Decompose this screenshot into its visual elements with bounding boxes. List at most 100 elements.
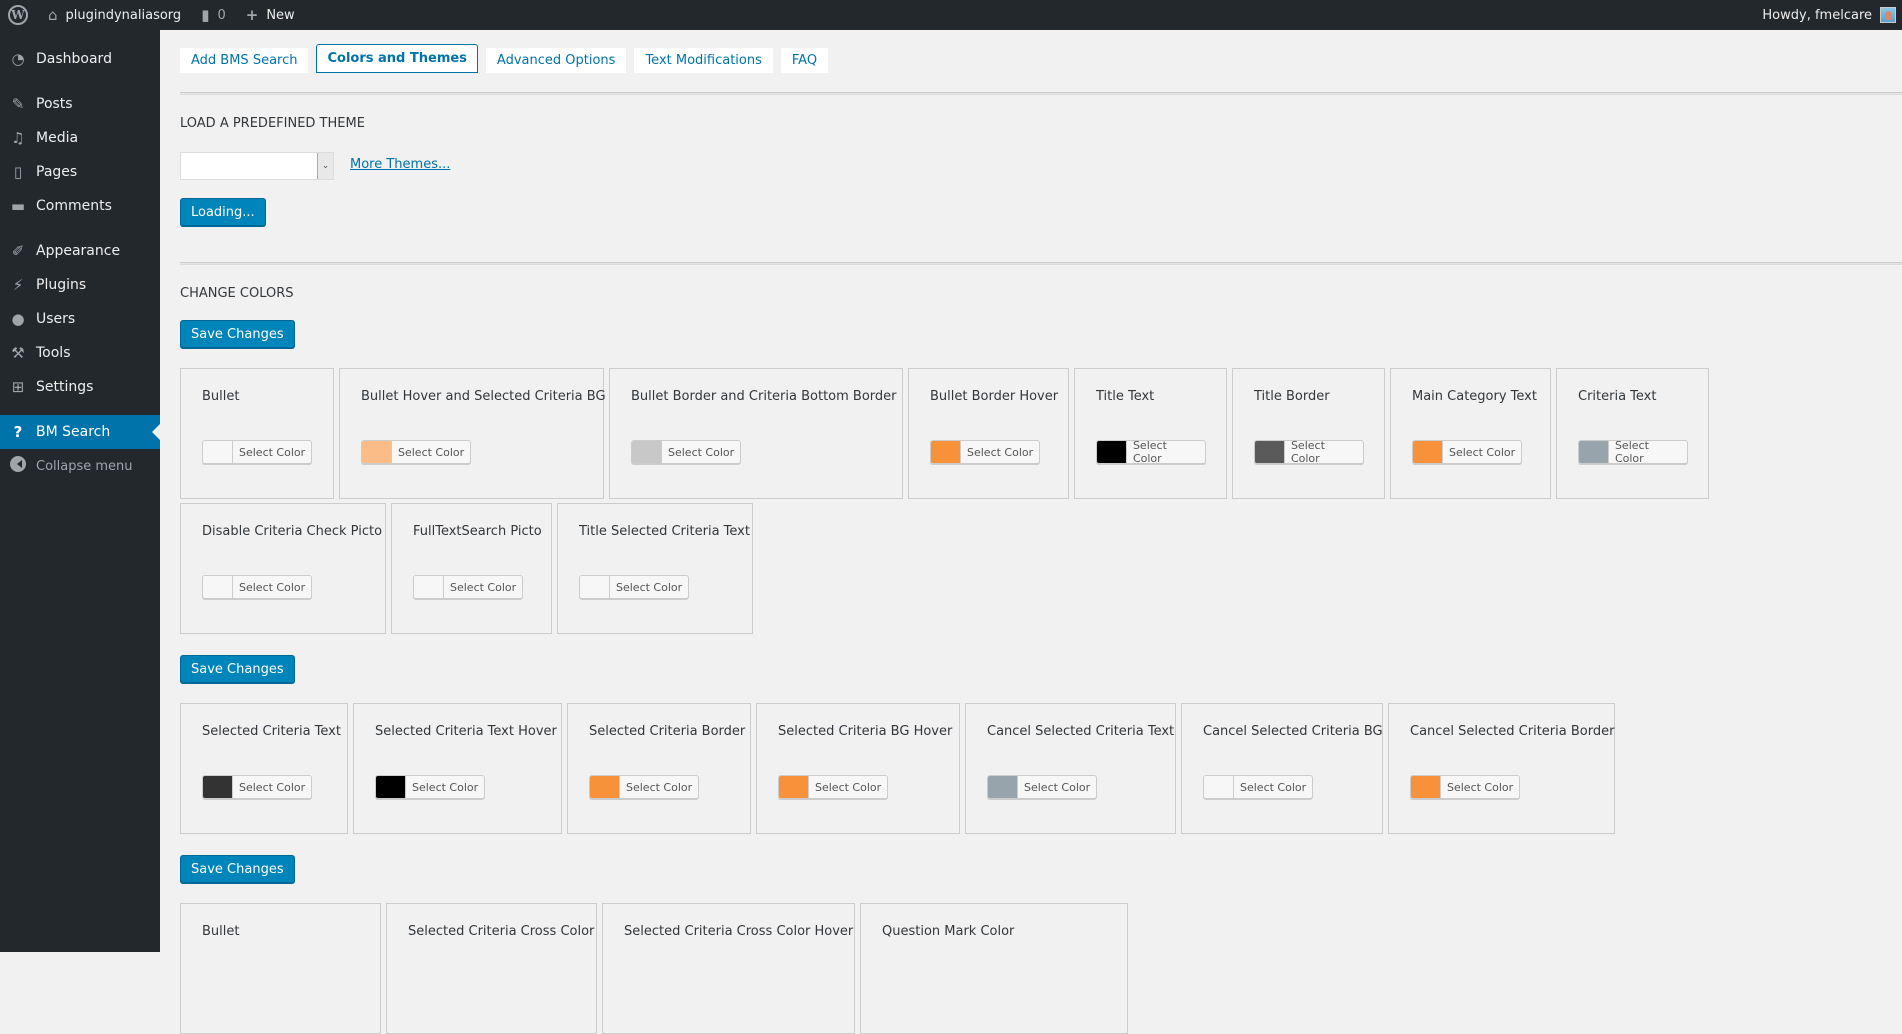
color-card-question-mark-color: Question Mark Color bbox=[860, 903, 1128, 1034]
select-color-button[interactable]: Select Color bbox=[1254, 440, 1364, 464]
color-swatch bbox=[203, 776, 233, 798]
select-color-button[interactable]: Select Color bbox=[202, 440, 313, 464]
wp-logo-menu[interactable]: W bbox=[0, 0, 38, 30]
select-color-button[interactable]: Select Color bbox=[987, 775, 1098, 799]
pin-icon: ✎ bbox=[11, 95, 25, 113]
color-swatch bbox=[1579, 441, 1609, 463]
tab-add-bms-search[interactable]: Add BMS Search bbox=[180, 48, 309, 73]
color-swatch bbox=[414, 576, 444, 598]
tab-faq[interactable]: FAQ bbox=[780, 48, 829, 73]
color-swatch bbox=[590, 776, 620, 798]
select-color-button[interactable]: Select Color bbox=[202, 575, 313, 599]
chevron-down-icon: ⌄ bbox=[317, 153, 333, 179]
select-color-button[interactable]: Select Color bbox=[202, 775, 313, 799]
color-card-bullet-2: Bullet bbox=[180, 903, 381, 1034]
select-color-button[interactable]: Select Color bbox=[930, 440, 1041, 464]
select-color-button[interactable]: Select Color bbox=[361, 440, 472, 464]
collapse-menu-button[interactable]: Collapse menu bbox=[0, 449, 160, 483]
plugin-icon: ⚡ bbox=[12, 276, 24, 294]
color-swatch bbox=[203, 441, 233, 463]
select-color-button[interactable]: Select Color bbox=[778, 775, 889, 799]
color-swatch bbox=[1413, 441, 1443, 463]
sidebar-item-dashboard[interactable]: ◔ Dashboard bbox=[0, 42, 160, 76]
color-card-selected-criteria-bg-hover: Selected Criteria BG Hover Select Color bbox=[756, 703, 960, 834]
select-color-button[interactable]: Select Color bbox=[413, 575, 524, 599]
paintbrush-icon: ✐ bbox=[11, 242, 25, 260]
sidebar-item-pages[interactable]: ▯ Pages bbox=[0, 155, 160, 189]
sidebar-item-settings[interactable]: ⊞ Settings bbox=[0, 370, 160, 404]
sidebar-item-plugins[interactable]: ⚡ Plugins bbox=[0, 268, 160, 302]
admin-sidebar: ◔ Dashboard ✎ Posts ♫ Media ▯ Pages ▬ Co… bbox=[0, 30, 160, 952]
tab-colors-and-themes[interactable]: Colors and Themes bbox=[316, 44, 478, 73]
plus-icon: + bbox=[245, 6, 259, 24]
media-icon: ♫ bbox=[11, 129, 25, 147]
color-card-selected-criteria-border: Selected Criteria Border Select Color bbox=[567, 703, 751, 834]
new-content-link[interactable]: + New bbox=[234, 0, 303, 30]
site-name-link[interactable]: ⌂ plugindynaliasorg bbox=[38, 0, 189, 30]
question-icon: ? bbox=[13, 423, 23, 441]
color-card-bullet-border: Bullet Border and Criteria Bottom Border… bbox=[609, 368, 903, 499]
tab-advanced-options[interactable]: Advanced Options bbox=[485, 48, 627, 73]
color-card-criteria-text: Criteria Text Select Color bbox=[1556, 368, 1709, 499]
select-color-button[interactable]: Select Color bbox=[1096, 440, 1206, 464]
sidebar-item-appearance[interactable]: ✐ Appearance bbox=[0, 234, 160, 268]
howdy-greeting: Howdy, fmelcare bbox=[1762, 7, 1872, 23]
sidebar-item-tools[interactable]: ⚒ Tools bbox=[0, 336, 160, 370]
home-icon: ⌂ bbox=[48, 6, 58, 24]
new-label: New bbox=[266, 7, 295, 23]
wrench-icon: ⚒ bbox=[11, 344, 25, 362]
color-card-cancel-selected-criteria-bg: Cancel Selected Criteria BG Select Color bbox=[1181, 703, 1383, 834]
comments-count: 0 bbox=[217, 7, 226, 23]
select-color-button[interactable]: Select Color bbox=[1412, 440, 1523, 464]
sidebar-item-media[interactable]: ♫ Media bbox=[0, 121, 160, 155]
admin-bar: W ⌂ plugindynaliasorg ▮ 0 + New Howdy, f… bbox=[0, 0, 1902, 30]
save-changes-button[interactable]: Save Changes bbox=[180, 855, 295, 883]
select-color-button[interactable]: Select Color bbox=[1410, 775, 1521, 799]
change-colors-heading: Change Colors bbox=[180, 286, 294, 301]
save-changes-button[interactable]: Save Changes bbox=[180, 320, 295, 348]
comments-link[interactable]: ▮ 0 bbox=[189, 0, 234, 30]
color-card-cross-color-hover: Selected Criteria Cross Color Hover bbox=[602, 903, 855, 1034]
color-swatch bbox=[376, 776, 406, 798]
sidebar-item-bm-search[interactable]: ? BM Search bbox=[0, 415, 160, 449]
sidebar-item-comments[interactable]: ▬ Comments bbox=[0, 189, 160, 223]
color-card-bullet-border-hover: Bullet Border Hover Select Color bbox=[908, 368, 1069, 499]
color-row-2: Disable Criteria Check Picto Select Colo… bbox=[180, 503, 758, 634]
color-row-4: Bullet Selected Criteria Cross Color Sel… bbox=[180, 903, 1133, 1034]
color-card-cancel-selected-criteria-border: Cancel Selected Criteria Border Select C… bbox=[1388, 703, 1615, 834]
save-changes-button[interactable]: Save Changes bbox=[180, 655, 295, 683]
my-account[interactable]: Howdy, fmelcare bbox=[1762, 7, 1902, 23]
color-card-main-category-text: Main Category Text Select Color bbox=[1390, 368, 1551, 499]
color-card-selected-criteria-text: Selected Criteria Text Select Color bbox=[180, 703, 348, 834]
color-card-bullet: Bullet Select Color bbox=[180, 368, 334, 499]
color-row-3: Selected Criteria Text Select Color Sele… bbox=[180, 703, 1620, 834]
select-color-button[interactable]: Select Color bbox=[1578, 440, 1688, 464]
theme-select[interactable]: ⌄ bbox=[180, 152, 334, 180]
color-card-bullet-hover: Bullet Hover and Selected Criteria BG Se… bbox=[339, 368, 606, 499]
color-swatch bbox=[988, 776, 1018, 798]
select-color-button[interactable]: Select Color bbox=[631, 440, 742, 464]
color-swatch bbox=[1204, 776, 1234, 798]
color-swatch bbox=[1097, 441, 1127, 463]
color-card-selected-criteria-text-hover: Selected Criteria Text Hover Select Colo… bbox=[353, 703, 562, 834]
select-color-button[interactable]: Select Color bbox=[589, 775, 700, 799]
select-color-button[interactable]: Select Color bbox=[375, 775, 486, 799]
more-themes-link[interactable]: More Themes... bbox=[350, 157, 450, 172]
sidebar-item-users[interactable]: ● Users bbox=[0, 302, 160, 336]
select-color-button[interactable]: Select Color bbox=[1203, 775, 1314, 799]
wordpress-logo-icon: W bbox=[8, 5, 28, 25]
comment-icon: ▬ bbox=[10, 197, 26, 215]
collapse-icon bbox=[0, 456, 36, 476]
color-swatch bbox=[1255, 441, 1285, 463]
user-icon: ● bbox=[11, 310, 25, 328]
settings-tabs: Add BMS Search Colors and Themes Advance… bbox=[180, 44, 836, 73]
loading-button[interactable]: Loading... bbox=[180, 198, 266, 226]
color-card-cross-color: Selected Criteria Cross Color bbox=[386, 903, 597, 1034]
sidebar-item-posts[interactable]: ✎ Posts bbox=[0, 87, 160, 121]
color-swatch bbox=[1411, 776, 1441, 798]
tab-text-modifications[interactable]: Text Modifications bbox=[634, 48, 773, 73]
select-color-button[interactable]: Select Color bbox=[579, 575, 690, 599]
avatar bbox=[1880, 7, 1896, 23]
color-card-cancel-selected-criteria-text: Cancel Selected Criteria Text Select Col… bbox=[965, 703, 1176, 834]
dashboard-icon: ◔ bbox=[11, 50, 25, 68]
